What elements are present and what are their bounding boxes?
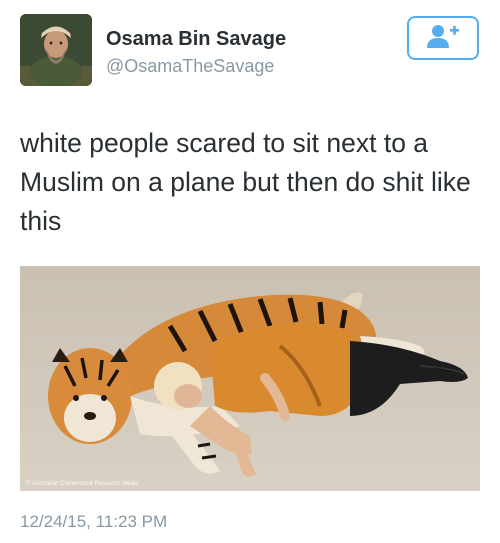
photo-watermark: © Australian Cornerstone Research Media bbox=[26, 481, 139, 487]
tweet-timestamp[interactable]: 12/24/15, 11:23 PM bbox=[20, 512, 167, 532]
follow-button[interactable] bbox=[407, 16, 479, 60]
tweet-photo[interactable]: © Australian Cornerstone Research Media bbox=[20, 266, 480, 491]
display-name[interactable]: Osama Bin Savage bbox=[106, 28, 286, 51]
avatar-image bbox=[20, 14, 92, 86]
profile-avatar[interactable] bbox=[20, 14, 92, 86]
tiger-photo-image bbox=[20, 266, 480, 491]
add-user-icon bbox=[425, 23, 461, 54]
tweet-text: white people scared to sit next to a Mus… bbox=[20, 128, 471, 236]
user-handle[interactable]: @OsamaTheSavage bbox=[106, 56, 274, 77]
